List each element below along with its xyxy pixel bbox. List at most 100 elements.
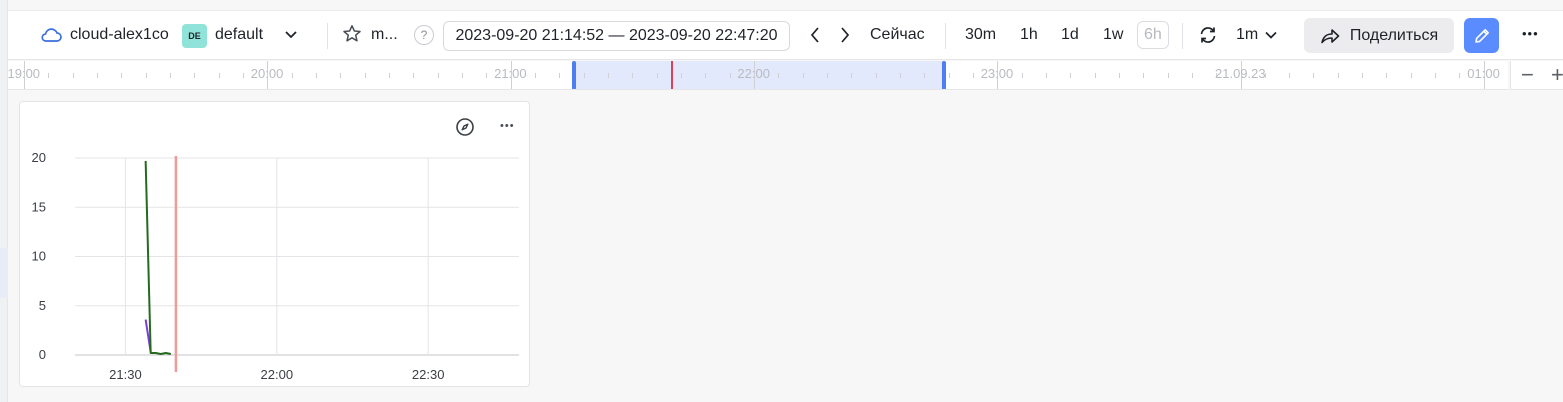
now-button[interactable]: Сейчас — [870, 23, 925, 47]
timeline-minor-tick — [559, 73, 561, 78]
edit-button[interactable] — [1464, 18, 1499, 53]
refresh-interval-select[interactable]: 1m — [1236, 23, 1278, 47]
folder-name[interactable]: default — [215, 23, 263, 47]
share-arrow-icon — [1321, 28, 1340, 43]
timeline-minor-tick — [1410, 73, 1412, 78]
y-tick-label: 10 — [32, 249, 46, 264]
chevron-down-icon[interactable] — [283, 27, 299, 43]
chevron-left-icon[interactable] — [808, 26, 822, 44]
timeline-minor-tick — [1045, 73, 1047, 78]
timeline-minor-tick — [948, 73, 950, 78]
timeline-minor-tick — [1118, 73, 1120, 78]
range-1w-button[interactable]: 1w — [1103, 23, 1123, 47]
series-line — [144, 160, 172, 356]
timeline-minor-tick — [1143, 73, 1145, 78]
help-icon[interactable]: ? — [414, 25, 434, 45]
timeline-minor-tick — [778, 73, 780, 78]
timeline-minor-tick — [1313, 73, 1315, 78]
timeline-minor-tick — [461, 73, 463, 78]
timeline-now-marker — [671, 61, 673, 89]
line-chart: 0 5 10 15 20 21:30 22:00 22:30 — [32, 150, 519, 382]
timeline-minor-tick — [413, 73, 415, 78]
timeline-scrubber[interactable]: 19:00 20:00 21:00 22:00 23:00 21.09.23 01:00 — [8, 61, 1508, 90]
timeline-minor-tick — [218, 73, 220, 78]
timeline-end-handle[interactable] — [942, 61, 946, 89]
timeline-zoom-controls: − + — [1510, 61, 1563, 90]
timeline-minor-tick — [705, 73, 707, 78]
divider — [945, 23, 946, 49]
range-30m-button[interactable]: 30m — [965, 23, 996, 47]
range-6h-button[interactable]: 6h — [1137, 21, 1169, 49]
timeline-label: 21.09.23 — [1215, 66, 1266, 81]
timeline-minor-tick — [632, 73, 634, 78]
timeline-minor-tick — [48, 73, 50, 78]
timeline-label: 01:00 — [1467, 66, 1500, 81]
timeline-minor-tick — [1167, 73, 1169, 78]
y-tick-label: 5 — [39, 298, 46, 313]
timeline-minor-tick — [437, 73, 439, 78]
timeline-minor-tick — [924, 73, 926, 78]
divider — [327, 23, 328, 49]
timeline-minor-tick — [169, 73, 171, 78]
timeline-minor-tick — [388, 73, 390, 78]
date-range-picker[interactable]: 2023-09-20 21:14:52 — 2023-09-20 22:47:2… — [443, 21, 790, 51]
timeline-minor-tick — [96, 73, 98, 78]
zoom-in-button[interactable]: + — [1551, 63, 1563, 87]
left-edge-strip — [0, 0, 8, 402]
timeline-minor-tick — [607, 73, 609, 78]
timeline-minor-tick — [315, 73, 317, 78]
cloud-name: cloud-alex1co — [70, 26, 169, 43]
timeline-minor-tick — [1435, 73, 1437, 78]
range-1d-button[interactable]: 1d — [1061, 23, 1079, 47]
refresh-interval-value: 1m — [1236, 26, 1259, 43]
more-menu-button[interactable]: ••• — [1522, 24, 1539, 44]
x-tick-label: 22:30 — [412, 367, 445, 382]
timeline-minor-tick — [291, 73, 293, 78]
range-1h-button[interactable]: 1h — [1020, 23, 1038, 47]
timeline-minor-tick — [194, 73, 196, 78]
timeline-minor-tick — [340, 73, 342, 78]
timeline-minor-tick — [729, 73, 731, 78]
y-tick-label: 15 — [32, 199, 46, 214]
cloud-selector[interactable]: cloud-alex1co — [40, 23, 169, 47]
timeline-label: 20:00 — [250, 66, 284, 81]
zoom-out-button[interactable]: − — [1521, 63, 1534, 87]
chevron-down-icon — [1265, 31, 1277, 39]
left-edge-highlight — [0, 248, 8, 298]
pencil-icon — [1474, 28, 1489, 43]
timeline-minor-tick — [899, 73, 901, 78]
timeline-minor-tick — [826, 73, 828, 78]
timeline-minor-tick — [1070, 73, 1072, 78]
timeline-minor-tick — [802, 73, 804, 78]
cloud-icon — [41, 28, 62, 42]
timeline-minor-tick — [486, 73, 488, 78]
divider — [1182, 23, 1183, 49]
dashboard-name[interactable]: m... — [371, 23, 398, 47]
timeline-minor-tick — [1191, 73, 1193, 78]
share-button[interactable]: Поделиться — [1304, 18, 1454, 53]
timeline-minor-tick — [242, 73, 244, 78]
timeline-label: 22:00 — [737, 66, 770, 81]
refresh-icon[interactable] — [1198, 25, 1218, 45]
timeline-minor-tick — [1264, 73, 1266, 78]
share-label: Поделиться — [1349, 26, 1439, 44]
timeline-minor-tick — [656, 73, 658, 78]
timeline-minor-tick — [1459, 73, 1461, 78]
timeline-start-handle[interactable] — [572, 61, 576, 89]
star-icon[interactable] — [342, 24, 362, 44]
timeline-label: 21:00 — [494, 66, 527, 81]
timeline-minor-tick — [851, 73, 853, 78]
timeline-minor-tick — [1094, 73, 1096, 78]
timeline-minor-tick — [364, 73, 366, 78]
timeline-minor-tick — [583, 73, 585, 78]
timeline-minor-tick — [1289, 73, 1291, 78]
chevron-right-icon[interactable] — [838, 26, 852, 44]
top-toolbar: cloud-alex1co DE default m... ? 2023-09-… — [8, 10, 1563, 60]
timeline-minor-tick — [534, 73, 536, 78]
timeline-minor-tick — [875, 73, 877, 78]
timeline-minor-tick — [1386, 73, 1388, 78]
folder-badge: DE — [182, 24, 207, 48]
chart-panel: ••• 0 5 10 15 20 21:30 22:00 22:30 — [19, 101, 530, 387]
timeline-minor-tick — [680, 73, 682, 78]
timeline-minor-tick — [72, 73, 74, 78]
